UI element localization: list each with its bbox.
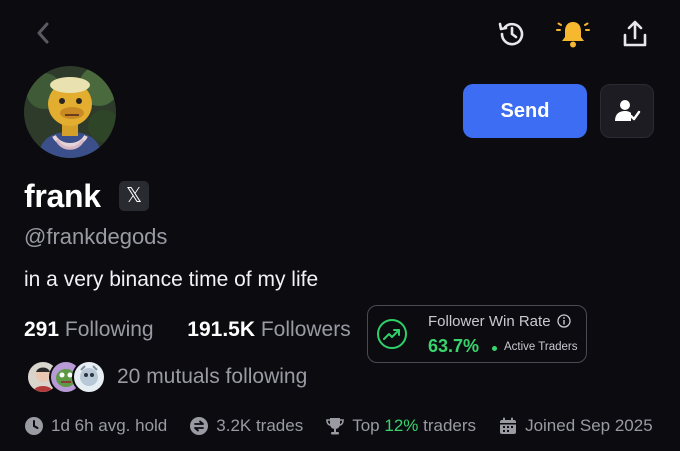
profile-bio: in a very binance time of my life [24, 268, 319, 291]
follower-win-rate-card[interactable]: Follower Win Rate 63.7% Active Traders [367, 305, 587, 363]
notifications-button[interactable] [555, 16, 591, 52]
following-link[interactable]: 291 Following [24, 318, 159, 341]
avg-hold-text: 1d 6h avg. hold [51, 416, 168, 435]
trend-up-icon [377, 319, 407, 349]
status-dot [492, 346, 497, 351]
calendar-icon [500, 417, 517, 434]
swap-icon [190, 417, 209, 435]
back-button[interactable] [28, 18, 58, 48]
top-suffix: traders [423, 416, 477, 435]
mutuals-following-text[interactable]: 20 mutuals following [117, 363, 307, 391]
follow-button[interactable] [600, 84, 654, 138]
following-count: 291 [24, 318, 60, 341]
chevron-left-icon [37, 22, 49, 44]
x-logo-icon: 𝕏 [125, 185, 143, 207]
joined-item: Joined Sep 2025 [498, 416, 653, 436]
followers-link[interactable]: 191.5K Followers [187, 318, 350, 341]
bell-icon [556, 22, 590, 48]
trades-text: 3.2K trades [216, 416, 304, 435]
mutual-avatars[interactable] [26, 360, 106, 394]
joined-text: Joined Sep 2025 [525, 416, 653, 435]
top-prefix: Top [352, 416, 380, 435]
share-button[interactable] [617, 16, 653, 52]
top-percent: 12% [384, 416, 419, 435]
avg-hold-item: 1d 6h avg. hold [24, 416, 167, 436]
trader-stats-footer: 1d 6h avg. hold 3.2K trades Top 12% trad… [24, 413, 653, 439]
win-rate-label: Follower Win Rate [428, 313, 551, 330]
top-traders-item: Top 12% traders [325, 416, 476, 436]
info-icon[interactable] [557, 314, 571, 328]
followers-count: 191.5K [187, 318, 256, 341]
mutual-avatar [72, 360, 106, 394]
trophy-icon [326, 418, 345, 435]
user-check-icon [615, 100, 641, 121]
history-button[interactable] [494, 16, 530, 52]
share-icon [623, 20, 647, 47]
followers-label: Followers [260, 318, 351, 341]
follow-stats: 291 Following 191.5K Followers [24, 315, 351, 345]
following-label: Following [64, 318, 154, 341]
active-traders-label: Active Traders [504, 341, 578, 353]
avatar [24, 66, 116, 158]
clock-icon [25, 417, 43, 435]
send-button[interactable]: Send [463, 84, 587, 138]
profile-name: frank [24, 178, 101, 214]
trades-item: 3.2K trades [189, 416, 303, 436]
profile-handle: @frankdegods [24, 224, 168, 249]
x-profile-link[interactable]: 𝕏 [119, 181, 149, 211]
win-rate-value: 63.7% [428, 336, 480, 356]
history-icon [498, 22, 524, 46]
